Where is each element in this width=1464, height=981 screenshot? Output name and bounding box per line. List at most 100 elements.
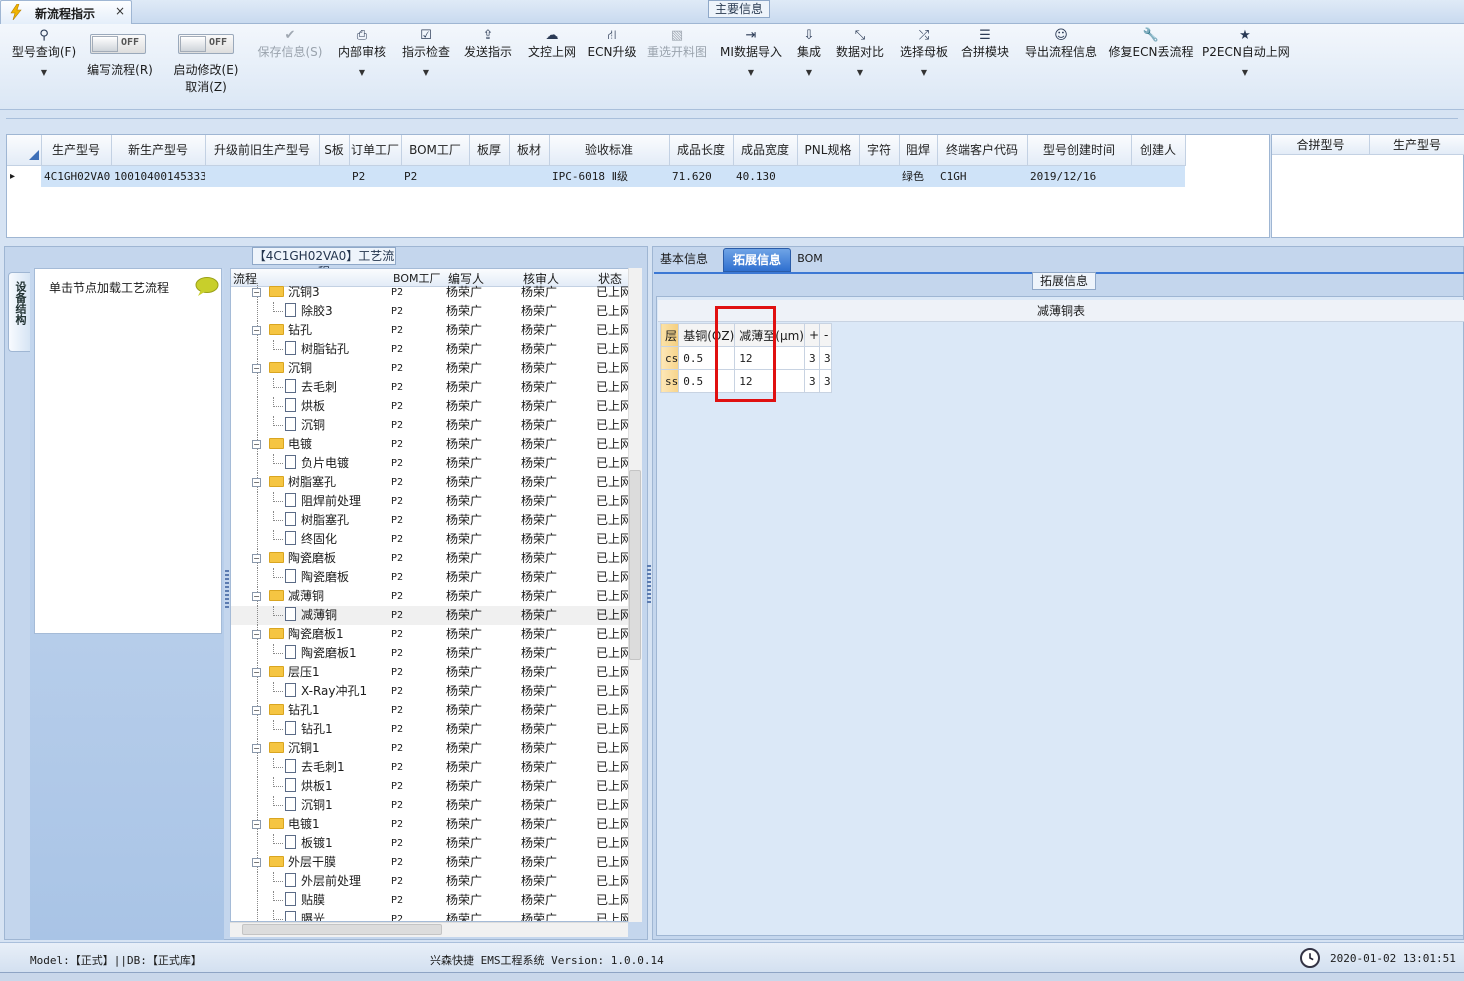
tree-row[interactable]: − 钻孔1 P2 杨荣广 杨荣广 已上网 (231, 701, 632, 720)
tree-row[interactable]: − 沉铜3 P2 杨荣广 杨荣广 已上网 (231, 283, 632, 302)
column-header[interactable]: PNL规格 (797, 135, 860, 166)
ribbon-button-8[interactable]: ⇥ MI数据导入 ▼ (718, 28, 784, 108)
grid-cell[interactable]: 10010400145333 (111, 165, 205, 187)
thin-table-cell[interactable]: 3 (819, 369, 832, 393)
column-header[interactable]: 验收标准 (549, 135, 670, 166)
collapse-toggle-icon[interactable]: − (252, 858, 261, 867)
tree-row[interactable]: − 钻孔 P2 杨荣广 杨荣广 已上网 (231, 321, 632, 340)
tree-row[interactable]: − 陶瓷磨板 P2 杨荣广 杨荣广 已上网 (231, 549, 632, 568)
collapse-toggle-icon[interactable]: − (252, 288, 261, 297)
column-header[interactable]: 字符 (859, 135, 900, 166)
tree-row[interactable]: − 电镀1 P2 杨荣广 杨荣广 已上网 (231, 815, 632, 834)
tree-row[interactable]: 外层前处理 P2 杨荣广 杨荣广 已上网 (231, 872, 632, 891)
column-header[interactable]: 板材 (509, 135, 550, 166)
ribbon-button-11[interactable]: ⤮ 选择母板 ▼ (896, 28, 952, 108)
node-box[interactable]: 单击节点加载工艺流程 (34, 268, 222, 634)
ribbon-button-12[interactable]: ☰ 合拼模块 (958, 28, 1012, 108)
grid-cell[interactable] (797, 165, 859, 187)
start-modify-toggle[interactable]: OFF (178, 34, 234, 54)
column-header[interactable]: 升级前旧生产型号 (205, 135, 320, 166)
ribbon-button-1[interactable]: ✔ 保存信息(S) (252, 28, 328, 108)
tab-bom[interactable]: BOM (796, 248, 824, 272)
dropdown-arrow-icon[interactable]: ▼ (718, 68, 784, 77)
column-header[interactable]: 终端客户代码 (937, 135, 1028, 166)
grid-cell[interactable] (469, 165, 509, 187)
tree-row[interactable]: 阻焊前处理 P2 杨荣广 杨荣广 已上网 (231, 492, 632, 511)
process-tree[interactable]: 流程 BOM工厂 编写人 核审人 状态 − 沉铜3 P2 杨荣广 杨荣广 已上网 除胶3 P2… (230, 268, 642, 922)
table-row[interactable]: ▸ 4C1GH02VA0 10010400145333 P2 P2 IPC-6018 Ⅱ级… (7, 165, 1185, 187)
tree-row[interactable]: 去毛刺1 P2 杨荣广 杨荣广 已上网 (231, 758, 632, 777)
cancel-label[interactable]: 取消(Z) (166, 78, 246, 95)
collapse-toggle-icon[interactable]: − (252, 364, 261, 373)
ribbon-button-6[interactable]: ⛙ ECN升级 (586, 28, 638, 108)
column-header[interactable]: BOM工厂 (401, 135, 470, 166)
tree-row[interactable]: 贴膜 P2 杨荣广 杨荣广 已上网 (231, 891, 632, 910)
grid-cell[interactable] (319, 165, 349, 187)
dropdown-arrow-icon[interactable]: ▼ (896, 68, 952, 77)
column-header[interactable]: 订单工厂 (349, 135, 402, 166)
grid-cell[interactable] (205, 165, 319, 187)
ribbon-button-4[interactable]: ⇪ 发送指示 (460, 28, 516, 108)
column-header[interactable]: 生产型号 (41, 135, 112, 166)
collapse-toggle-icon[interactable]: − (252, 592, 261, 601)
tree-row[interactable]: − 外层干膜 P2 杨荣广 杨荣广 已上网 (231, 853, 632, 872)
tree-row[interactable]: − 减薄铜 P2 杨荣广 杨荣广 已上网 (231, 587, 632, 606)
ribbon-button-2[interactable]: ⎙ 内部审核 ▼ (334, 28, 390, 108)
column-header[interactable]: 成品宽度 (733, 135, 798, 166)
tree-row[interactable]: 负片电镀 P2 杨荣广 杨荣广 已上网 (231, 454, 632, 473)
tree-row[interactable]: X-Ray冲孔1 P2 杨荣广 杨荣广 已上网 (231, 682, 632, 701)
collapse-toggle-icon[interactable]: − (252, 440, 261, 449)
vertical-tab-equipment[interactable]: 设备结构 (8, 272, 30, 352)
tree-row[interactable]: 终固化 P2 杨荣广 杨荣广 已上网 (231, 530, 632, 549)
grid-cell[interactable]: P2 (349, 165, 401, 187)
grid-cell[interactable] (1131, 165, 1185, 187)
ribbon-button-3[interactable]: ☑ 指示检查 ▼ (398, 28, 454, 108)
tree-row[interactable]: 板镀1 P2 杨荣广 杨荣广 已上网 (231, 834, 632, 853)
tab-extended-info[interactable]: 拓展信息 (723, 248, 791, 272)
grid-cell[interactable]: C1GH (937, 165, 1027, 187)
main-info-grid[interactable]: 生产型号 新生产型号 升级前旧生产型号 S板 订单工厂 BOM工厂 板厚 板材 验收标准 成品长度… (6, 134, 1270, 238)
column-header[interactable]: 成品长度 (669, 135, 734, 166)
dropdown-arrow-icon[interactable]: ▼ (334, 68, 390, 77)
tab-new-process[interactable]: 新流程指示 × (0, 0, 132, 24)
tree-row[interactable]: 陶瓷磨板1 P2 杨荣广 杨荣广 已上网 (231, 644, 632, 663)
column-header[interactable]: S板 (319, 135, 350, 166)
column-header[interactable]: 型号创建时间 (1027, 135, 1132, 166)
column-header[interactable]: 创建人 (1131, 135, 1186, 166)
scroll-thumb[interactable] (242, 924, 442, 935)
tree-row[interactable]: 烘板 P2 杨荣广 杨荣广 已上网 (231, 397, 632, 416)
column-header[interactable]: 阻焊 (899, 135, 938, 166)
splitter-handle[interactable] (225, 570, 229, 610)
splitter-handle[interactable] (647, 565, 651, 605)
dropdown-arrow-icon[interactable]: ▼ (1202, 68, 1288, 77)
grid-cell[interactable]: 40.130 (733, 165, 797, 187)
tree-row[interactable]: 树脂钻孔 P2 杨荣广 杨荣广 已上网 (231, 340, 632, 359)
collapse-toggle-icon[interactable]: − (252, 744, 261, 753)
thin-table-cell[interactable]: cs (659, 346, 680, 370)
collapse-toggle-icon[interactable]: − (252, 326, 261, 335)
scroll-thumb[interactable] (629, 470, 641, 660)
tree-row[interactable]: − 陶瓷磨板1 P2 杨荣广 杨荣广 已上网 (231, 625, 632, 644)
ribbon-button-5[interactable]: ☁ 文控上网 (524, 28, 580, 108)
ribbon-button-14[interactable]: 🔧 修复ECN丢流程 (1108, 28, 1194, 108)
tree-row[interactable]: − 树脂塞孔 P2 杨荣广 杨荣广 已上网 (231, 473, 632, 492)
write-process-toggle[interactable]: OFF (90, 34, 146, 54)
collapse-toggle-icon[interactable]: − (252, 630, 261, 639)
dropdown-arrow-icon[interactable]: ▼ (8, 68, 80, 77)
tree-row[interactable]: 沉铜 P2 杨荣广 杨荣广 已上网 (231, 416, 632, 435)
ribbon-button-7[interactable]: ▧ 重选开料图 (644, 28, 710, 108)
tree-row[interactable]: 去毛刺 P2 杨荣广 杨荣广 已上网 (231, 378, 632, 397)
grid-cell[interactable]: 绿色 (899, 165, 937, 187)
collapse-toggle-icon[interactable]: − (252, 478, 261, 487)
tree-row[interactable]: 减薄铜 P2 杨荣广 杨荣广 已上网 (231, 606, 632, 625)
grid-cell[interactable] (859, 165, 899, 187)
grid-cell[interactable] (509, 165, 549, 187)
thin-table-cell[interactable]: 3 (803, 369, 821, 393)
tree-row[interactable]: − 沉铜 P2 杨荣广 杨荣广 已上网 (231, 359, 632, 378)
collapse-toggle-icon[interactable]: − (252, 668, 261, 677)
grid-cell[interactable]: 71.620 (669, 165, 733, 187)
ribbon-button-9[interactable]: ⇩ 集成 ▼ (792, 28, 826, 108)
tab-basic-info[interactable]: 基本信息 (656, 248, 712, 272)
ribbon-button-10[interactable]: ⤡ 数据对比 ▼ (832, 28, 888, 108)
close-icon[interactable]: × (115, 4, 125, 18)
